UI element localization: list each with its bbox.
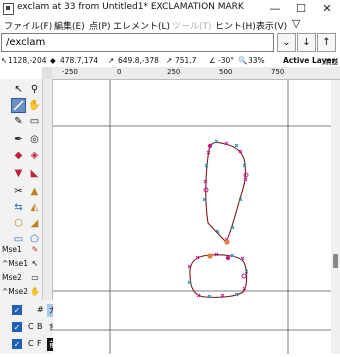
- knife-tool-icon[interactable]: ✂: [11, 184, 26, 199]
- layer-flag-b: F: [37, 339, 42, 348]
- angle-value: -30°: [218, 56, 234, 65]
- menu-point[interactable]: 点(P): [89, 19, 110, 32]
- mouse1-tool-icon: ✎: [31, 244, 39, 254]
- menu-edit[interactable]: 編集(E): [54, 19, 85, 32]
- menu-bar: ファイル(F) 編集(E) 点(P) エレメント(L) ツール(T) ヒント(H…: [0, 17, 340, 32]
- on-curve-point[interactable]: [225, 255, 231, 261]
- mouse1-label: Mse1: [2, 245, 22, 254]
- glyph-name-input[interactable]: [1, 33, 274, 52]
- layer-flag-b: B: [37, 322, 43, 331]
- flip-tool-icon[interactable]: ⇆: [11, 200, 26, 215]
- scrollbar-thumb[interactable]: [333, 254, 338, 268]
- curve-point-icon[interactable]: ◆: [11, 148, 26, 163]
- ruler-label: 500: [219, 68, 233, 76]
- on-curve-point[interactable]: [241, 273, 247, 279]
- 3d-rotate-tool-icon[interactable]: ⬡: [11, 216, 26, 231]
- next-glyph-button[interactable]: ↓: [297, 33, 316, 52]
- scale-tool-icon[interactable]: ◭: [27, 200, 42, 215]
- menu-element[interactable]: エレメント(L): [113, 19, 170, 32]
- ruler-corner: [42, 67, 52, 79]
- spiral-tool-icon[interactable]: ◎: [27, 132, 42, 147]
- start-point[interactable]: [224, 239, 230, 245]
- maximize-button[interactable]: ☐: [288, 0, 314, 17]
- info-bar: ↖ 1128,-204 ◆ 478.7,174 ↗ 649.8,-378 ↗ 7…: [0, 54, 340, 67]
- delta-icon: ↗: [108, 56, 115, 65]
- mouse2-tool-icon: ▭: [31, 272, 39, 282]
- pointer-tool-icon[interactable]: ↖: [11, 82, 26, 97]
- ctrl-mouse1-label: ^Mse1: [2, 259, 29, 268]
- length-icon: ↗: [166, 56, 173, 65]
- glyph-canvas[interactable]: [53, 80, 332, 354]
- cursor-icon: ↖: [1, 56, 8, 65]
- glyph-canvas-svg[interactable]: [53, 80, 332, 354]
- ctrl-mouse2-label: ^Mse2: [2, 287, 29, 296]
- angle-icon: ∠: [209, 56, 216, 65]
- perspective-tool-icon[interactable]: ◢: [27, 216, 42, 231]
- ruler-label: 250: [167, 68, 181, 76]
- layer-visible-checkbox[interactable]: ✓: [12, 305, 22, 315]
- close-button[interactable]: ✕: [314, 0, 340, 17]
- layer-visible-checkbox[interactable]: ✓: [12, 339, 22, 349]
- horizontal-ruler: -250 0 250 500 750: [52, 67, 340, 80]
- minimize-button[interactable]: —: [262, 0, 288, 17]
- control-points-magenta: [187, 141, 248, 298]
- ruler-label: 0: [117, 68, 122, 76]
- mouse2-label: Mse2: [2, 273, 22, 282]
- delta-position: 649.8,-378: [118, 56, 159, 65]
- spiro-tool-icon[interactable]: ✒: [11, 132, 26, 147]
- cursor-position: 1128,-204: [8, 56, 47, 65]
- ctrl-mouse1-tool-icon: ↖: [31, 258, 39, 268]
- prev-glyph-button[interactable]: ↑: [317, 33, 336, 52]
- ruler-label: -250: [62, 68, 78, 76]
- menu-tools[interactable]: ツール(T): [172, 19, 212, 32]
- layer-flag-a: C: [28, 322, 34, 331]
- point-icon: ◆: [50, 56, 56, 65]
- menu-hints[interactable]: ヒント(H): [215, 19, 256, 32]
- ruler-tool-icon[interactable]: ▭: [27, 114, 42, 129]
- tangent-point-icon[interactable]: ◣: [27, 166, 42, 181]
- glyph-upper-contour[interactable]: [205, 141, 247, 243]
- zoom-icon: 🔍: [238, 56, 248, 65]
- active-layer-value: 前面: [325, 58, 338, 66]
- zoom-value: 33%: [248, 56, 265, 65]
- freehand-tool-icon[interactable]: [11, 98, 26, 113]
- length-value: 751.7: [175, 56, 197, 65]
- ctrl-mouse2-tool-icon: ✋: [30, 286, 40, 296]
- start-point[interactable]: [207, 253, 213, 259]
- menu-overflow-icon[interactable]: ▽: [292, 17, 300, 30]
- scroll-tool-icon[interactable]: ✋: [27, 98, 42, 113]
- layer-visible-checkbox[interactable]: ✓: [12, 322, 22, 332]
- layer-flag-a: C: [28, 339, 34, 348]
- control-points-cyan: [187, 139, 249, 299]
- app-icon: [3, 3, 14, 15]
- pen-tool-icon[interactable]: ✎: [11, 114, 26, 129]
- magnify-tool-icon[interactable]: ⚲: [27, 82, 42, 97]
- glyph-dropdown-button[interactable]: ⌄: [277, 33, 296, 52]
- corner-point-icon[interactable]: ▼: [11, 166, 26, 181]
- layer-flag-b: #: [37, 305, 44, 314]
- ruler-label: 750: [271, 68, 285, 76]
- selected-point-position: 478.7,174: [60, 56, 99, 65]
- menu-view[interactable]: 表示(V): [256, 19, 287, 32]
- hv-curve-point-icon[interactable]: ◈: [27, 148, 42, 163]
- menu-file[interactable]: ファイル(F): [4, 19, 52, 32]
- vertical-scrollbar[interactable]: [331, 80, 340, 354]
- on-curve-point[interactable]: [207, 143, 213, 149]
- title-bar: exclam at 33 from Untitled1* EXCLAMATION…: [0, 0, 340, 17]
- rotate-tool-icon[interactable]: ▲: [27, 184, 42, 199]
- window-title: exclam at 33 from Untitled1* EXCLAMATION…: [17, 2, 244, 12]
